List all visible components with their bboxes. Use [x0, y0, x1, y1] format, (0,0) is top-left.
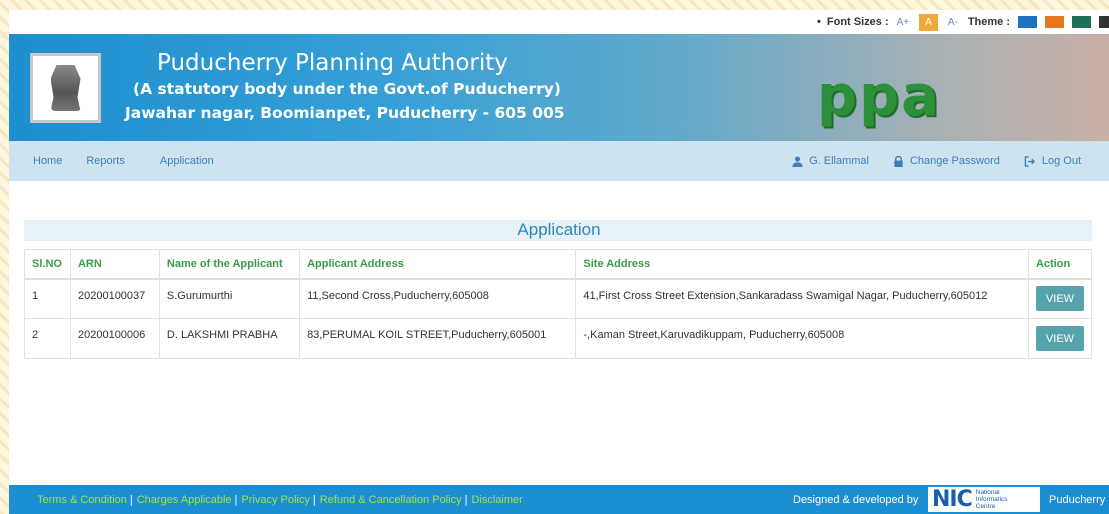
nav-application[interactable]: Application: [160, 155, 214, 167]
theme-swatch-dark[interactable]: [1099, 16, 1109, 28]
theme-swatch-green[interactable]: [1072, 16, 1091, 28]
col-header-slno: Sl.NO: [24, 249, 71, 280]
footer-link-disclaimer[interactable]: Disclaimer: [471, 494, 522, 506]
page-title: Application: [517, 220, 601, 239]
footer-link-privacy[interactable]: Privacy Policy: [241, 494, 309, 506]
font-increase-button[interactable]: A+: [897, 17, 910, 28]
user-name: G. Ellammal: [809, 155, 869, 167]
logout-label: Log Out: [1041, 155, 1081, 167]
nic-text: National Informatics Centre: [975, 489, 1008, 510]
nav-home[interactable]: Home: [33, 155, 62, 167]
footer-link-charges[interactable]: Charges Applicable: [137, 494, 232, 506]
col-header-applicant-address: Applicant Address: [299, 249, 577, 280]
nic-logo[interactable]: NIC National Informatics Centre: [928, 487, 1040, 512]
header-address: Jawahar nagar, Boomianpet, Puducherry - …: [125, 104, 565, 122]
bullet-icon: •: [817, 16, 821, 28]
designed-by-text: Designed & developed by: [793, 493, 919, 506]
theme-swatch-orange[interactable]: [1045, 16, 1064, 28]
cell-action: VIEW: [1027, 318, 1093, 359]
cell-arn: 20200100006: [69, 318, 160, 359]
footer-links: Terms & Condition | Charges Applicable |…: [37, 485, 523, 514]
lock-icon: [894, 155, 903, 167]
theme-swatch-blue[interactable]: [1018, 16, 1037, 28]
footer-separator: |: [312, 493, 316, 506]
view-button[interactable]: VIEW: [1035, 326, 1084, 351]
accessibility-bar: • Font Sizes : A+ A A- Theme :: [9, 10, 1109, 34]
cell-applicant-address: 11,Second Cross,Puducherry,605008: [299, 278, 577, 319]
nic-mark: NIC: [932, 487, 973, 512]
nav-user[interactable]: G. Ellammal: [792, 155, 869, 167]
main-navbar: Home Reports Application G. Ellammal Cha…: [9, 141, 1109, 181]
nav-reports[interactable]: Reports: [86, 155, 125, 167]
nav-change-password[interactable]: Change Password: [893, 155, 1000, 167]
application-table: Sl.NO ARN Name of the Applicant Applican…: [24, 249, 1093, 359]
table-row: 1 20200100037 S.Gurumurthi 11,Second Cro…: [24, 278, 1093, 319]
col-header-name: Name of the Applicant: [158, 249, 301, 280]
cell-applicant-address: 83,PERUMAL KOIL STREET,Puducherry,605001: [299, 318, 577, 359]
change-password-label: Change Password: [909, 155, 1000, 167]
cell-name: D. LAKSHMI PRABHA: [158, 318, 301, 359]
cell-action: VIEW: [1027, 278, 1093, 319]
state-emblem-logo: [30, 53, 101, 123]
cell-name: S.Gurumurthi: [158, 278, 301, 319]
header-subtitle: (A statutory body under the Govt.of Pudu…: [133, 80, 561, 98]
footer-separator: |: [129, 493, 133, 506]
col-header-arn: ARN: [69, 249, 160, 280]
cell-arn: 20200100037: [69, 278, 160, 319]
cell-site-address: 41,First Cross Street Extension,Sankarad…: [575, 278, 1029, 319]
cell-site-address: -,Kaman Street,Karuvadikuppam, Puducherr…: [575, 318, 1029, 359]
footer-link-terms[interactable]: Terms & Condition: [37, 494, 127, 506]
page: • Font Sizes : A+ A A- Theme : Puducherr…: [9, 10, 1109, 514]
footer-link-refund[interactable]: Refund & Cancellation Policy: [320, 494, 462, 506]
footer: Terms & Condition | Charges Applicable |…: [9, 485, 1109, 514]
font-decrease-button[interactable]: A-: [948, 17, 958, 28]
table-header-row: Sl.NO ARN Name of the Applicant Applican…: [24, 249, 1093, 280]
footer-region: Puducherry: [1049, 493, 1106, 506]
font-normal-button[interactable]: A: [919, 13, 938, 31]
logout-icon: [1024, 155, 1035, 167]
emblem-icon: [50, 65, 81, 111]
nav-logout[interactable]: Log Out: [1024, 155, 1081, 167]
col-header-site-address: Site Address: [575, 249, 1029, 280]
cell-slno: 2: [24, 318, 71, 359]
table-row: 2 20200100006 D. LAKSHMI PRABHA 83,PERUM…: [24, 318, 1093, 359]
font-sizes-label: Font Sizes :: [826, 16, 889, 28]
view-button[interactable]: VIEW: [1035, 286, 1084, 312]
ppa-logo: ppa: [817, 64, 941, 129]
header-banner: Puducherry Planning Authority (A statuto…: [9, 34, 1109, 141]
theme-label: Theme :: [967, 16, 1010, 28]
cell-slno: 1: [24, 278, 71, 319]
col-header-action: Action: [1027, 249, 1093, 280]
header-title: Puducherry Planning Authority: [157, 50, 508, 76]
footer-separator: |: [234, 493, 238, 506]
user-icon: [792, 155, 803, 167]
footer-separator: |: [464, 493, 468, 506]
